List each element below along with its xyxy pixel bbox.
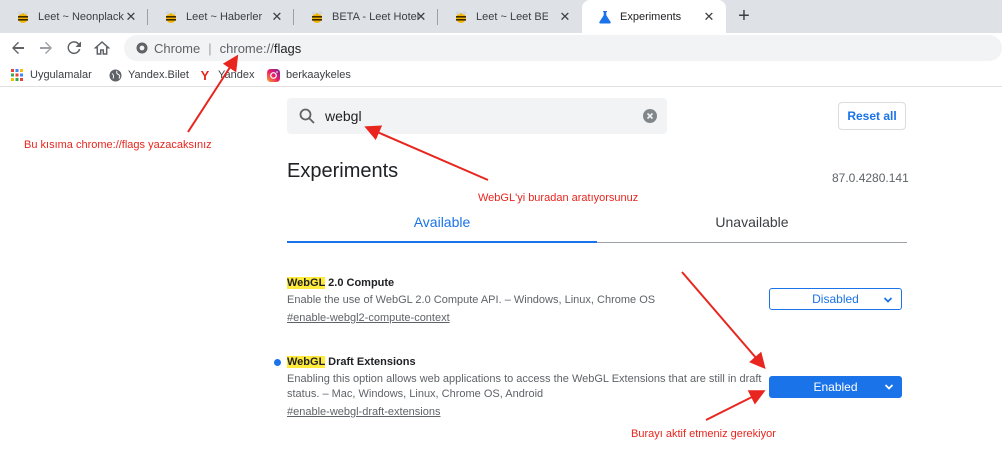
reload-icon	[67, 41, 81, 55]
home-button[interactable]	[92, 38, 112, 58]
flags-tab-bar: Available Unavailable	[287, 205, 907, 243]
close-icon[interactable]: ✕	[124, 10, 138, 24]
omnibox-divider: |	[208, 40, 212, 56]
flask-icon	[599, 10, 611, 24]
chrome-icon	[136, 42, 148, 54]
chevron-down-icon	[883, 297, 893, 303]
tab-unavailable[interactable]: Unavailable	[597, 205, 907, 243]
bookmark-yandex[interactable]: Y Yandex	[198, 67, 255, 83]
bee-icon	[17, 10, 29, 23]
reset-all-button[interactable]: Reset all	[838, 102, 906, 130]
globe-icon	[108, 68, 122, 82]
flags-search-input[interactable]	[325, 108, 615, 124]
experiment-permalink[interactable]: #enable-webgl2-compute-context	[287, 311, 450, 326]
annotation-enable-note: Burayı aktif etmeniz gerekiyor	[631, 428, 776, 440]
bookmark-yandex-bilet[interactable]: Yandex.Bilet	[108, 67, 189, 83]
close-icon[interactable]: ✕	[270, 10, 284, 24]
bee-icon	[311, 10, 323, 23]
tab-leet-neonplack[interactable]: Leet ~ Neonplack ✕	[0, 0, 148, 33]
experiment-description: Enable the use of WebGL 2.0 Compute API.…	[287, 294, 656, 306]
bookmarks-bar: Uygulamalar Yandex.Bilet Y Yandex berkaa…	[0, 63, 1002, 87]
tab-leet-haberler[interactable]: Leet ~ Haberler ✕	[148, 0, 294, 33]
experiment-title: WebGL 2.0 Compute	[287, 276, 767, 291]
select-value: Enabled	[813, 380, 858, 394]
search-highlight: WebGL	[287, 356, 326, 368]
bookmark-label: berkaaykeles	[286, 69, 351, 81]
tab-strip: Leet ~ Neonplack ✕ Leet ~ Haberler ✕ BET…	[0, 0, 1002, 33]
flags-search-box	[287, 98, 667, 134]
annotation-search-note: WebGL'yi buradan aratıyorsunuz	[478, 192, 639, 204]
bookmark-label: Uygulamalar	[30, 69, 92, 81]
back-button[interactable]	[8, 38, 28, 58]
experiment-permalink[interactable]: #enable-webgl-draft-extensions	[287, 405, 440, 420]
home-icon	[94, 40, 110, 55]
bookmark-label: Yandex	[218, 69, 255, 81]
experiment-webgl-draft-extensions: WebGL Draft Extensions Enabling this opt…	[287, 355, 767, 420]
url-host: flags	[273, 40, 302, 56]
bee-icon	[165, 10, 177, 23]
apps-grid-icon	[10, 68, 24, 82]
chrome-version: 87.0.4280.141	[832, 171, 909, 185]
experiment-title-rest: 2.0 Compute	[325, 277, 395, 289]
chevron-down-icon	[884, 384, 894, 390]
bee-icon	[455, 10, 467, 23]
tab-experiments[interactable]: Experiments ✕	[582, 0, 726, 33]
experiment-title: WebGL Draft Extensions	[287, 355, 767, 370]
omnibox-chip: Chrome	[154, 40, 201, 56]
instagram-icon	[266, 68, 280, 82]
experiment-webgl2-compute: WebGL 2.0 Compute Enable the use of WebG…	[287, 276, 767, 326]
omnibox[interactable]: Chrome | chrome:// flags	[124, 35, 1002, 61]
bookmark-label: Yandex.Bilet	[128, 69, 189, 81]
experiment-description: Enabling this option allows web applicat…	[287, 373, 762, 400]
tab-leet-beta[interactable]: Leet ~ Leet BETA 2 ✕	[438, 0, 582, 33]
tab-available[interactable]: Available	[287, 205, 597, 243]
yandex-icon: Y	[200, 67, 210, 83]
clear-search-icon[interactable]	[643, 109, 657, 123]
annotation-url-note: Bu kısıma chrome://flags yazacaksınız	[24, 139, 212, 151]
experiment-state-select-webgl2-compute[interactable]: Disabled	[769, 288, 902, 310]
search-highlight: WebGL	[287, 277, 326, 289]
page-title: Experiments	[287, 160, 399, 182]
close-icon[interactable]: ✕	[414, 10, 428, 24]
select-value: Disabled	[812, 292, 859, 306]
forward-button[interactable]	[36, 38, 56, 58]
bookmark-uygulamalar[interactable]: Uygulamalar	[10, 67, 92, 83]
url-scheme: chrome://	[219, 40, 274, 56]
toolbar: Chrome | chrome:// flags	[0, 33, 1002, 63]
tab-title: Leet ~ Leet BETA 2	[476, 10, 548, 23]
close-icon[interactable]: ✕	[558, 10, 572, 24]
arrow-right-icon	[40, 41, 52, 54]
reload-button[interactable]	[64, 38, 84, 58]
new-tab-button[interactable]: +	[732, 4, 756, 28]
modified-indicator-dot	[274, 359, 281, 366]
arrow-left-icon	[12, 41, 24, 54]
tab-beta-leet-hotel[interactable]: BETA - Leet Hotel ✕	[294, 0, 438, 33]
close-icon[interactable]: ✕	[702, 10, 716, 24]
experiment-state-select-webgl-draft-extensions[interactable]: Enabled	[769, 376, 902, 398]
experiment-title-rest: Draft Extensions	[325, 356, 416, 368]
search-icon	[299, 108, 315, 124]
bookmark-berkaaykeles[interactable]: berkaaykeles	[266, 67, 351, 83]
